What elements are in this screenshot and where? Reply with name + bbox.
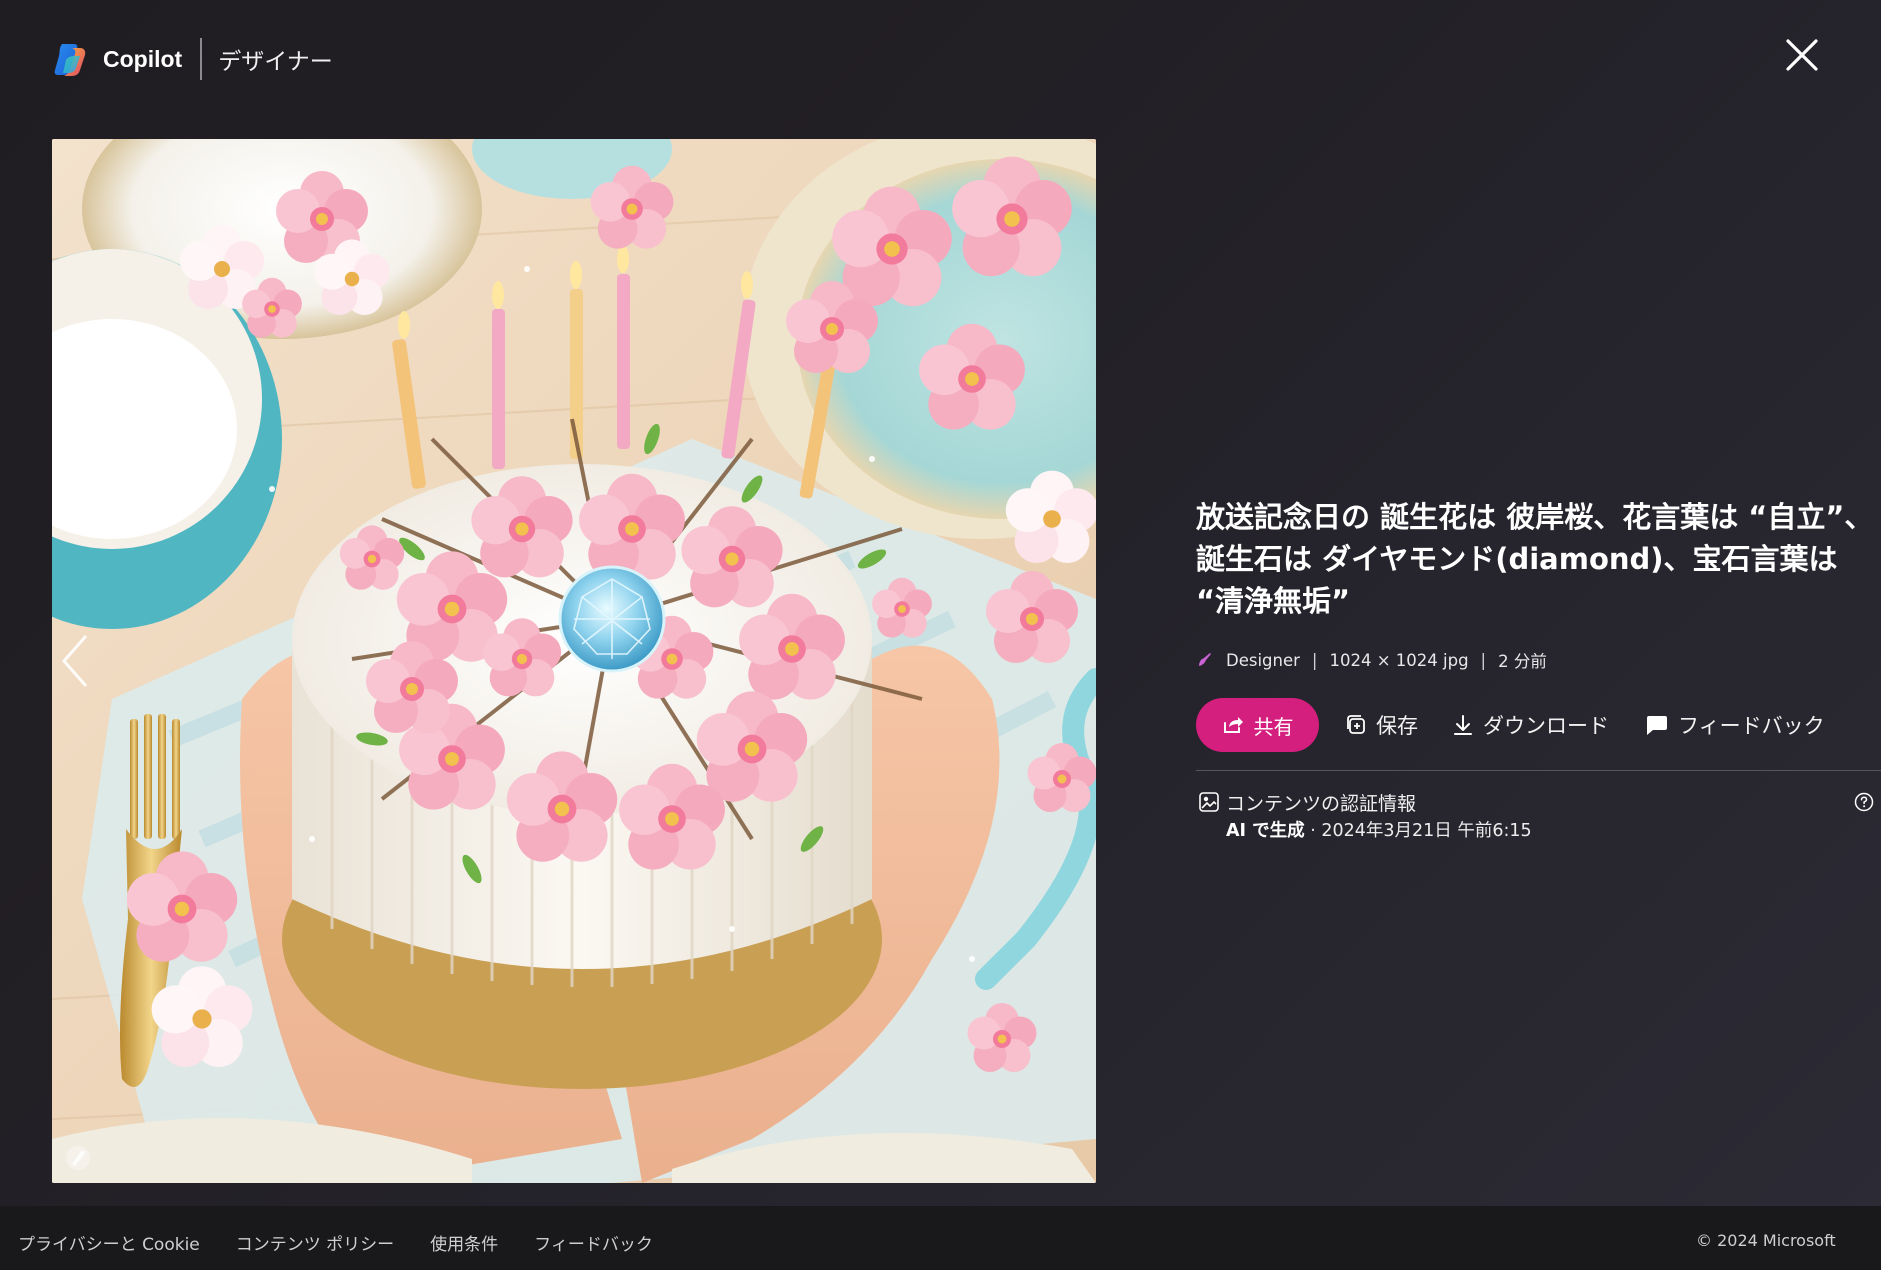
brand-name: Copilot [103, 45, 183, 72]
image-content [52, 139, 1096, 1183]
content-credentials-icon [1199, 792, 1219, 812]
action-bar: 共有 保存 ダウンロード フィードバック [1196, 698, 1881, 752]
download-label: ダウンロード [1483, 714, 1609, 738]
content-credentials: コンテンツの認証情報 AI で生成 · 2024年3月21日 午前6:15 [1196, 789, 1881, 845]
share-label: 共有 [1253, 714, 1294, 739]
copyright: © 2024 Microsoft [1696, 1231, 1836, 1250]
meta-separator: | [1480, 650, 1487, 670]
brand-divider [200, 38, 203, 80]
share-icon [1223, 717, 1243, 733]
designer-icon [1199, 653, 1211, 666]
close-icon[interactable] [1784, 37, 1820, 73]
footer-links: プライバシーと Cookie コンテンツ ポリシー 使用条件 フィードバック [18, 1230, 689, 1255]
ai-generated-label: AI で生成 [1226, 821, 1305, 841]
save-collection-icon [1347, 715, 1365, 734]
download-icon [1454, 715, 1472, 735]
divider [1196, 770, 1881, 771]
meta-dimensions: 1024 × 1024 jpg [1329, 650, 1469, 670]
meta-source: Designer [1226, 650, 1300, 670]
footer-feedback-link[interactable]: フィードバック [534, 1230, 653, 1255]
share-button[interactable]: 共有 [1196, 698, 1319, 752]
meta-separator: | [1311, 650, 1318, 670]
meta-time: 2 分前 [1498, 652, 1547, 671]
privacy-cookie-link[interactable]: プライバシーと Cookie [18, 1230, 200, 1255]
content-policy-link[interactable]: コンテンツ ポリシー [236, 1230, 394, 1255]
help-icon[interactable] [1854, 792, 1874, 812]
image-title: 放送記念日の 誕生花は 彼岸桜、花言葉は “自立”、誕生石は ダイヤモンド(di… [1196, 500, 1874, 618]
image-meta: Designer | 1024 × 1024 jpg | 2 分前 [1196, 648, 1881, 672]
terms-of-use-link[interactable]: 使用条件 [430, 1230, 498, 1255]
copilot-logo-icon [54, 44, 86, 76]
feedback-icon [1647, 716, 1667, 735]
content-credentials-title: コンテンツの認証情報 [1226, 793, 1417, 815]
product-name: デザイナー [218, 49, 333, 75]
info-panel: 放送記念日の 誕生花は 彼岸桜、花言葉は “自立”、誕生石は ダイヤモンド(di… [1196, 496, 1881, 845]
save-label: 保存 [1376, 714, 1418, 738]
footer: プライバシーと Cookie コンテンツ ポリシー 使用条件 フィードバック ©… [0, 1206, 1881, 1270]
header: Copilot デザイナー [0, 0, 1881, 115]
previous-image-arrow-icon[interactable] [56, 632, 96, 690]
feedback-button[interactable]: フィードバック [1645, 710, 1825, 740]
brand[interactable]: Copilot デザイナー [52, 38, 333, 80]
content-credentials-detail: AI で生成 · 2024年3月21日 午前6:15 [1226, 817, 1532, 842]
designer-watermark-icon [66, 1146, 90, 1170]
download-button[interactable]: ダウンロード [1452, 710, 1609, 740]
feedback-label: フィードバック [1678, 714, 1825, 738]
generated-image[interactable] [52, 139, 1096, 1183]
save-button[interactable]: 保存 [1345, 710, 1418, 740]
generated-date: · 2024年3月21日 午前6:15 [1304, 821, 1532, 841]
